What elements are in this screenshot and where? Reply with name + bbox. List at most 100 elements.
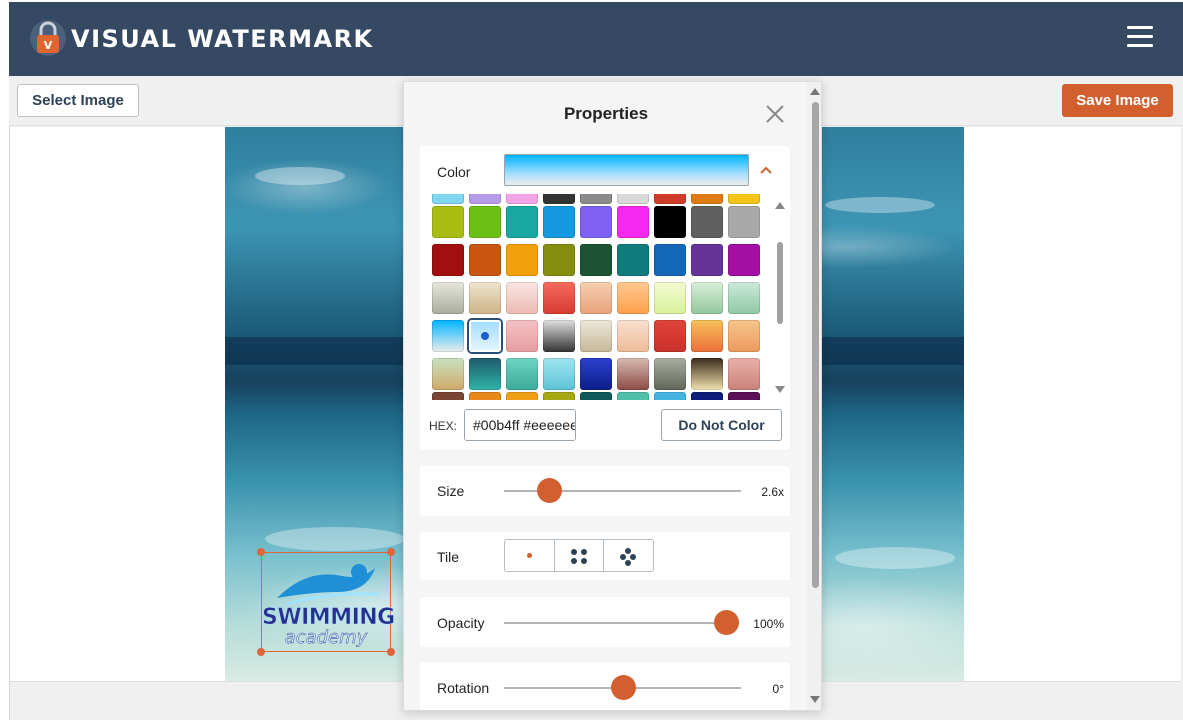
rotation-label: Rotation [437, 680, 490, 696]
color-swatch[interactable] [691, 194, 723, 204]
color-swatch[interactable] [580, 320, 612, 352]
color-swatch[interactable] [654, 194, 686, 204]
color-swatch[interactable] [617, 392, 649, 400]
resize-handle[interactable] [257, 548, 265, 556]
color-swatch[interactable] [728, 206, 760, 238]
color-swatch[interactable] [506, 282, 538, 314]
color-swatch[interactable] [580, 206, 612, 238]
color-swatch[interactable] [543, 282, 575, 314]
color-swatch[interactable] [654, 206, 686, 238]
color-swatch[interactable] [654, 320, 686, 352]
color-swatch[interactable] [617, 358, 649, 390]
color-swatch[interactable] [654, 244, 686, 276]
color-swatch[interactable] [469, 244, 501, 276]
swatch-scrollbar[interactable] [775, 202, 785, 398]
save-image-button[interactable]: Save Image [1062, 84, 1173, 117]
color-swatch[interactable] [580, 244, 612, 276]
color-swatch[interactable] [432, 194, 464, 204]
color-swatch[interactable] [469, 392, 501, 400]
color-swatch[interactable] [543, 244, 575, 276]
opacity-slider-thumb[interactable] [714, 610, 739, 635]
color-swatch[interactable] [506, 358, 538, 390]
app-brand: VISUAL WATERMARK [71, 25, 374, 53]
size-slider-thumb[interactable] [537, 478, 563, 503]
color-swatch[interactable] [617, 282, 649, 314]
do-not-color-button[interactable]: Do Not Color [661, 409, 782, 441]
color-swatch[interactable] [506, 194, 538, 204]
color-swatch[interactable] [543, 320, 575, 352]
resize-handle[interactable] [257, 648, 265, 656]
color-swatch[interactable] [728, 244, 760, 276]
color-swatch[interactable] [654, 392, 686, 400]
tile-single-option[interactable] [505, 540, 555, 571]
chevron-up-icon[interactable] [760, 164, 772, 176]
resize-handle[interactable] [387, 648, 395, 656]
color-swatch[interactable] [543, 194, 575, 204]
color-swatch-selected[interactable] [469, 320, 501, 352]
color-swatch[interactable] [506, 320, 538, 352]
color-swatch[interactable] [543, 206, 575, 238]
tile-grid-option[interactable] [555, 540, 605, 571]
color-swatch[interactable] [617, 194, 649, 204]
color-swatch[interactable] [691, 392, 723, 400]
diamond-dot [625, 560, 632, 566]
color-swatch[interactable] [654, 358, 686, 390]
padlock-logo-icon: V [30, 20, 66, 56]
color-swatch[interactable] [506, 206, 538, 238]
diamond-dot [630, 554, 637, 560]
scroll-up-icon[interactable] [810, 88, 820, 95]
color-swatch[interactable] [617, 206, 649, 238]
color-swatch[interactable] [432, 358, 464, 390]
hex-input[interactable]: #00b4ff #eeeeee [464, 409, 576, 441]
color-swatch[interactable] [728, 194, 760, 204]
color-swatch[interactable] [691, 206, 723, 238]
color-swatch[interactable] [691, 358, 723, 390]
color-swatch[interactable] [543, 358, 575, 390]
rotation-value: 0° [772, 682, 784, 696]
scroll-thumb[interactable] [777, 242, 783, 324]
color-swatch[interactable] [432, 244, 464, 276]
color-preview[interactable] [504, 154, 749, 186]
close-icon[interactable] [764, 103, 786, 125]
panel-scroll-thumb[interactable] [812, 102, 819, 588]
color-swatch[interactable] [580, 282, 612, 314]
panel-scrollbar[interactable] [807, 82, 821, 710]
color-swatch[interactable] [654, 282, 686, 314]
scroll-up-icon[interactable] [775, 202, 785, 209]
color-swatch[interactable] [728, 392, 760, 400]
water-glint [265, 527, 405, 551]
color-swatch[interactable] [543, 392, 575, 400]
color-swatch[interactable] [469, 194, 501, 204]
scroll-down-icon[interactable] [775, 386, 785, 393]
tile-diamond-option[interactable] [604, 540, 653, 571]
color-swatch[interactable] [728, 282, 760, 314]
color-swatch[interactable] [728, 320, 760, 352]
rotation-slider-thumb[interactable] [610, 675, 636, 700]
color-swatch[interactable] [691, 244, 723, 276]
watermark-selection[interactable]: SWIMMING academy [257, 548, 396, 656]
resize-handle[interactable] [387, 548, 395, 556]
color-swatch[interactable] [506, 244, 538, 276]
color-swatch[interactable] [469, 282, 501, 314]
color-swatch[interactable] [728, 358, 760, 390]
color-swatch[interactable] [580, 194, 612, 204]
scroll-down-icon[interactable] [810, 696, 820, 703]
color-swatch[interactable] [580, 392, 612, 400]
color-swatch[interactable] [691, 320, 723, 352]
menu-icon[interactable] [1127, 26, 1153, 48]
tile-label: Tile [437, 549, 460, 565]
color-swatch[interactable] [432, 320, 464, 352]
color-swatch[interactable] [580, 358, 612, 390]
color-swatch[interactable] [469, 206, 501, 238]
color-swatch[interactable] [691, 282, 723, 314]
color-swatch[interactable] [469, 358, 501, 390]
color-swatch[interactable] [617, 320, 649, 352]
color-swatch[interactable] [432, 392, 464, 400]
color-swatch[interactable] [617, 244, 649, 276]
swimmer-logo-icon [277, 564, 380, 606]
color-swatch[interactable] [432, 282, 464, 314]
color-swatch[interactable] [432, 206, 464, 238]
opacity-slider[interactable] [504, 622, 726, 624]
select-image-button[interactable]: Select Image [17, 84, 139, 117]
color-swatch[interactable] [506, 392, 538, 400]
